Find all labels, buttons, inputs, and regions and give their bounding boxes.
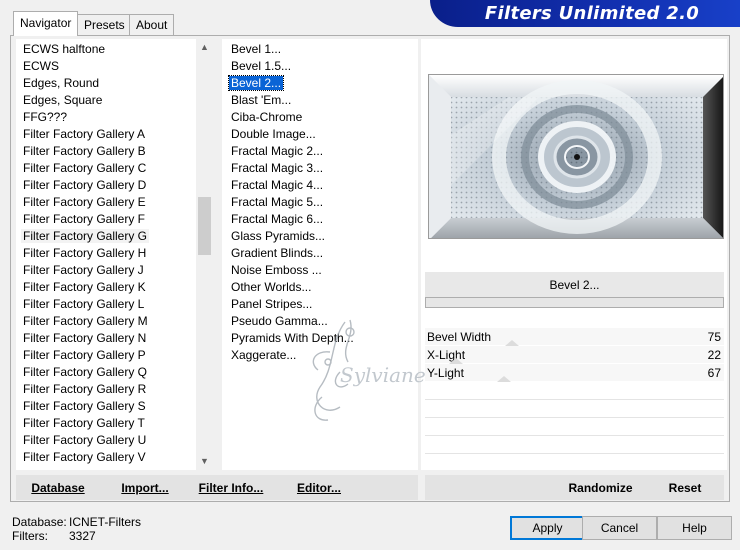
category-list-item[interactable]: Filter Factory Gallery A — [21, 126, 147, 143]
empty-param-slot — [425, 435, 724, 436]
filter-list-item[interactable]: Bevel 1.5... — [229, 58, 293, 75]
param-label: Y-Light — [427, 366, 464, 380]
category-list-item[interactable]: Filter Factory Gallery K — [21, 279, 148, 296]
category-list-item[interactable]: ECWS — [21, 58, 61, 75]
category-list-item[interactable]: Filter Factory Gallery N — [21, 330, 148, 347]
cancel-button[interactable]: Cancel — [582, 516, 657, 540]
category-list-item[interactable]: Filter Factory Gallery Q — [21, 364, 149, 381]
param-label: Bevel Width — [427, 330, 492, 344]
category-list-item[interactable]: Filter Factory Gallery R — [21, 381, 148, 398]
help-button[interactable]: Help — [657, 516, 732, 540]
filter-list-item[interactable]: Fractal Magic 4... — [229, 177, 325, 194]
scroll-down-icon[interactable]: ▼ — [196, 453, 213, 470]
category-list-item[interactable]: Edges, Square — [21, 92, 104, 109]
empty-param-slot — [425, 453, 724, 454]
filter-list-item[interactable]: Double Image... — [229, 126, 318, 143]
category-list-item[interactable]: Filter Factory Gallery V — [21, 449, 148, 466]
param-row-x-light[interactable]: X-Light 22 — [425, 346, 724, 364]
filter-list-item[interactable]: Bevel 1... — [229, 41, 283, 58]
param-value: 75 — [707, 330, 721, 344]
filter-list-item[interactable]: Ciba-Chrome — [229, 109, 304, 126]
database-label: Database: — [12, 515, 67, 529]
empty-param-slot — [425, 399, 724, 400]
filter-list-item[interactable]: Glass Pyramids... — [229, 228, 327, 245]
filter-list-item[interactable]: Bevel 2... — [227, 75, 285, 92]
filters-count-label: Filters: — [12, 529, 48, 543]
filter-list-item[interactable]: Gradient Blinds... — [229, 245, 325, 262]
category-list-item[interactable]: Filter Factory Gallery B — [21, 143, 148, 160]
tab-presets[interactable]: Presets — [77, 14, 132, 35]
filter-list-item[interactable]: Pyramids With Depth... — [229, 330, 356, 347]
database-value: ICNET-Filters — [69, 515, 141, 529]
randomize-button[interactable]: Randomize — [563, 477, 638, 499]
empty-param-slot — [425, 417, 724, 418]
import-button[interactable]: Import... — [118, 477, 172, 499]
filter-title: Bevel 2... — [425, 272, 724, 298]
filter-list[interactable]: Bevel 1... Bevel 1.5... Bevel 2... Blast 'E… — [222, 39, 418, 470]
category-list-item[interactable]: Filter Factory Gallery P — [21, 347, 148, 364]
filter-list-item[interactable]: Fractal Magic 6... — [229, 211, 325, 228]
category-list-item[interactable]: Filter Factory Gallery S — [21, 398, 148, 415]
apply-button[interactable]: Apply — [510, 516, 585, 540]
category-list-item[interactable]: Filter Factory Gallery L — [21, 296, 146, 313]
filter-list-item[interactable]: Panel Stripes... — [229, 296, 314, 313]
category-list-item[interactable]: Filter Factory Gallery U — [21, 432, 148, 449]
param-slider-thumb[interactable] — [497, 376, 511, 382]
filter-list-item[interactable]: Blast 'Em... — [229, 92, 293, 109]
filter-list-item[interactable]: Fractal Magic 5... — [229, 194, 325, 211]
category-list-item[interactable]: Filter Factory Gallery H — [21, 245, 148, 262]
filter-list-item[interactable]: Other Worlds... — [229, 279, 313, 296]
category-list-item[interactable]: Filter Factory Gallery M — [21, 313, 150, 330]
scrollbar-thumb[interactable] — [198, 197, 211, 255]
tab-about[interactable]: About — [129, 14, 175, 35]
filter-list-item[interactable]: Fractal Magic 2... — [229, 143, 325, 160]
param-value: 22 — [707, 348, 721, 362]
filter-list-item[interactable]: Xaggerate... — [229, 347, 298, 364]
app-title-banner: Filters Unlimited 2.0 — [430, 0, 740, 27]
filter-list-item[interactable]: Pseudo Gamma... — [229, 313, 330, 330]
filter-list-item[interactable]: Fractal Magic 3... — [229, 160, 325, 177]
filters-count-value: 3327 — [69, 529, 96, 543]
param-row-bevel-width[interactable]: Bevel Width 75 — [425, 328, 724, 346]
filter-preview-image — [428, 74, 724, 239]
category-scrollbar[interactable]: ▲ ▼ — [196, 39, 213, 470]
param-value: 67 — [707, 366, 721, 380]
progress-bar — [425, 297, 724, 308]
scroll-up-icon[interactable]: ▲ — [196, 39, 213, 56]
category-list-item[interactable]: Filter Factory Gallery D — [21, 177, 148, 194]
category-list-item[interactable]: Edges, Round — [21, 75, 101, 92]
category-list-item[interactable]: Filter Factory Gallery E — [21, 194, 148, 211]
database-button[interactable]: Database — [27, 477, 89, 499]
filter-list-item[interactable]: Noise Emboss ... — [229, 262, 324, 279]
category-list-item[interactable]: ECWS halftone — [21, 41, 107, 58]
category-list-item[interactable]: Filter Factory Gallery C — [21, 160, 148, 177]
category-list-item[interactable]: FFG??? — [21, 109, 69, 126]
category-list-item[interactable]: Filter Factory Gallery G — [21, 228, 150, 245]
param-row-y-light[interactable]: Y-Light 67 — [425, 364, 724, 382]
category-list-item[interactable]: Filter Factory Gallery J — [21, 262, 146, 279]
reset-button[interactable]: Reset — [660, 477, 710, 499]
category-list-item[interactable]: Filter Factory Gallery T — [21, 415, 147, 432]
category-list[interactable]: ECWS halftone ECWS Edges, Round Edges, Squa… — [16, 39, 196, 470]
category-list-item[interactable]: Filter Factory Gallery F — [21, 211, 147, 228]
filter-info-button[interactable]: Filter Info... — [197, 477, 265, 499]
editor-button[interactable]: Editor... — [294, 477, 344, 499]
tab-navigator[interactable]: Navigator — [13, 11, 79, 36]
